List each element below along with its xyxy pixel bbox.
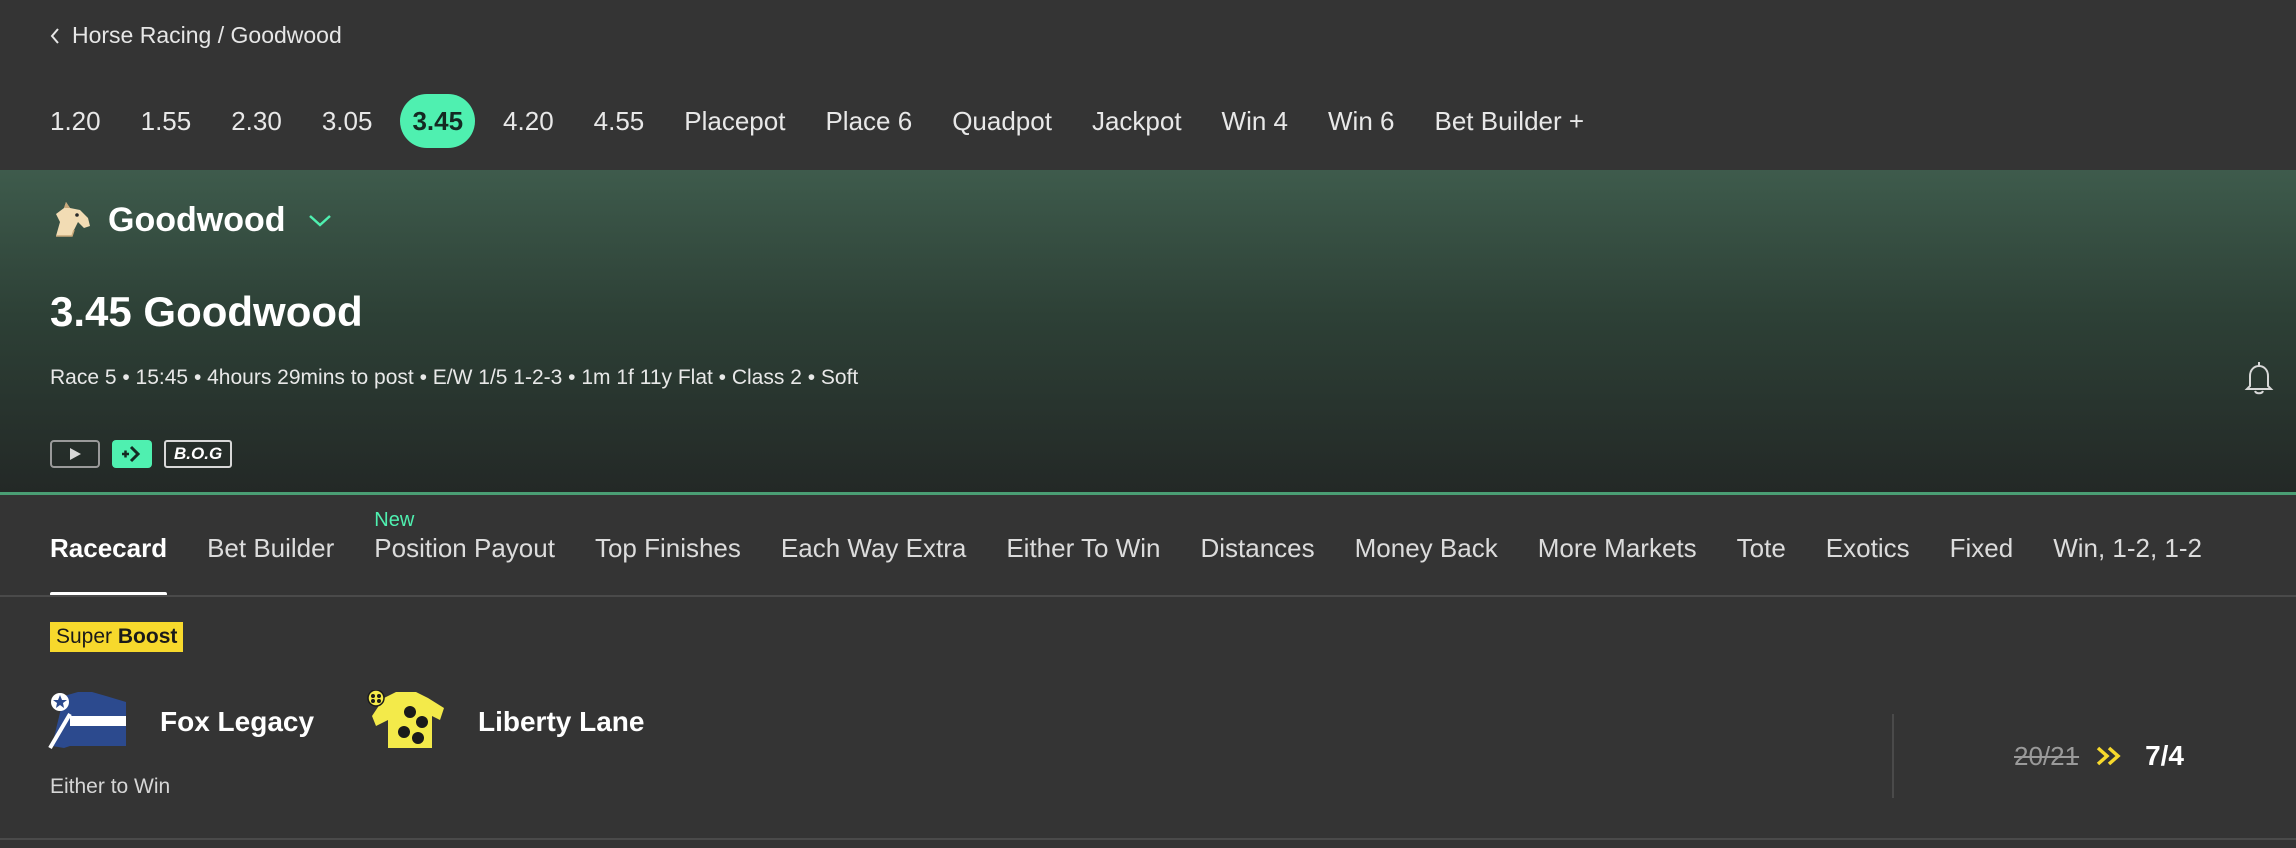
race-nav-bet-builder[interactable]: Bet Builder + [1434,94,1584,148]
runner-name: Fox Legacy [160,706,315,737]
race-nav-placepot[interactable]: Placepot [684,94,785,148]
bell-icon[interactable] [2242,360,2276,396]
tab-more-markets[interactable]: More Markets [1538,500,1697,596]
race-nav-item[interactable]: 2.30 [231,94,282,148]
race-nav-item[interactable]: 3.05 [322,94,373,148]
tab-label: Either To Win [1006,533,1161,563]
new-label: New [374,509,415,531]
tab-racecard[interactable]: Racecard [50,500,168,596]
chevron-down-icon [308,215,331,227]
tab-label: Racecard [50,533,168,563]
market-tabs: Racecard Bet Builder New Position Payout… [50,500,2202,596]
horse-head-icon [56,202,90,237]
race-nav-item[interactable]: 4.55 [594,94,645,148]
jockey-silk-icon [48,692,126,750]
hero-divider [0,492,2296,495]
tab-label: Bet Builder [207,533,335,563]
race-nav-place6[interactable]: Place 6 [825,94,912,148]
boost-runner: Liberty Lane [366,690,644,754]
boost-runner: Fox Legacy [48,690,314,754]
race-badges: B.O.G [50,440,233,468]
breadcrumb-text: Horse Racing / Goodwood [72,22,342,48]
runner-name: Liberty Lane [478,706,645,737]
tab-win-1-2[interactable]: Win, 1-2, 1-2 [2053,500,2202,596]
bog-badge: B.O.G [164,440,233,468]
cash-out-icon [122,445,141,463]
odds-divider [1892,714,1894,798]
tab-bet-builder[interactable]: Bet Builder [207,500,334,596]
double-chevron-right-icon [2096,746,2121,766]
tab-label: Top Finishes [594,533,741,563]
tab-label: More Markets [1537,533,1697,563]
race-nav-item-active[interactable]: 3.45 [400,94,476,148]
race-nav-item[interactable]: 1.55 [141,94,192,148]
race-nav-win4[interactable]: Win 4 [1222,94,1288,148]
section-divider [0,838,2296,840]
tab-label: Tote [1736,533,1786,563]
race-title: 3.45 Goodwood [50,288,363,335]
tab-label: Fixed [1949,533,2014,563]
jockey-silk-icon [367,690,444,748]
tab-label: Exotics [1825,533,1910,563]
super-label: Super [56,625,113,648]
race-nav-item[interactable]: 4.20 [503,94,554,148]
race-nav-win6[interactable]: Win 6 [1328,94,1394,148]
tab-top-finishes[interactable]: Top Finishes [595,500,741,596]
tab-tote[interactable]: Tote [1737,500,1786,596]
race-nav-jackpot[interactable]: Jackpot [1092,94,1182,148]
tab-position-payout[interactable]: New Position Payout [374,500,555,596]
race-nav-quadpot[interactable]: Quadpot [952,94,1052,148]
boost-label: Boost [117,625,178,648]
boosted-price: 7/4 [2145,740,2185,771]
chevron-left-icon [50,27,59,44]
tabs-divider [0,595,2296,597]
tab-money-back[interactable]: Money Back [1355,500,1498,596]
tab-distances[interactable]: Distances [1200,500,1314,596]
tab-label: Distances [1200,533,1315,563]
breadcrumb[interactable]: Horse Racing / Goodwood [48,22,342,49]
old-price: 20/21 [2014,740,2080,771]
play-icon [70,448,81,460]
race-nav-item[interactable]: 1.20 [50,94,101,148]
tab-label: Money Back [1354,533,1498,563]
tab-label: Each Way Extra [780,533,967,563]
tab-label: Win, 1-2, 1-2 [2053,533,2203,563]
tab-exotics[interactable]: Exotics [1826,500,1910,596]
race-info: Race 5 • 15:45 • 4hours 29mins to post •… [50,366,859,389]
tab-each-way-extra[interactable]: Each Way Extra [781,500,966,596]
market-label: Either to Win [50,775,171,798]
super-boost-badge: Super Boost [50,622,184,652]
tab-label: Position Payout [374,533,555,563]
live-stream-badge[interactable] [50,440,100,468]
course-selector[interactable]: Goodwood [50,200,334,240]
course-name: Goodwood [108,200,286,239]
race-header: Goodwood 3.45 Goodwood Race 5 • 15:45 • … [0,170,2296,494]
cash-out-badge [112,440,152,468]
tab-fixed[interactable]: Fixed [1950,500,2014,596]
boosted-odds-button[interactable]: 20/21 7/4 [2014,740,2184,772]
race-time-nav: 1.20 1.55 2.30 3.05 3.45 4.20 4.55 Place… [50,94,1624,148]
tab-either-to-win[interactable]: Either To Win [1006,500,1160,596]
